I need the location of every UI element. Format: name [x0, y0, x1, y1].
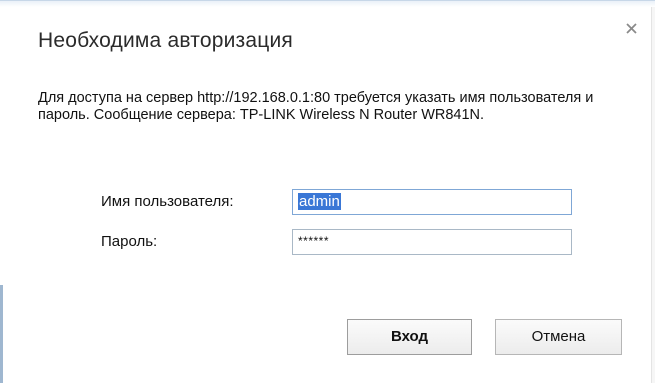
server-message: Для доступа на сервер http://192.168.0.1… — [38, 90, 594, 123]
window-left-edge — [0, 285, 3, 383]
password-value: ****** — [298, 234, 330, 248]
password-label: Пароль: — [101, 233, 158, 250]
username-field[interactable]: admin — [292, 189, 572, 215]
login-button[interactable]: Вход — [347, 319, 472, 355]
username-label: Имя пользователя: — [101, 193, 234, 210]
close-icon — [626, 23, 637, 34]
password-field[interactable]: ****** — [292, 229, 572, 255]
close-button[interactable] — [621, 18, 643, 40]
dialog-title: Необходима авторизация — [38, 29, 293, 52]
window-top-border — [0, 0, 655, 7]
cancel-button[interactable]: Отмена — [495, 319, 622, 355]
username-value: admin — [298, 193, 341, 210]
window-right-edge — [651, 7, 655, 383]
auth-dialog: Необходима авторизация Для доступа на се… — [0, 0, 655, 383]
